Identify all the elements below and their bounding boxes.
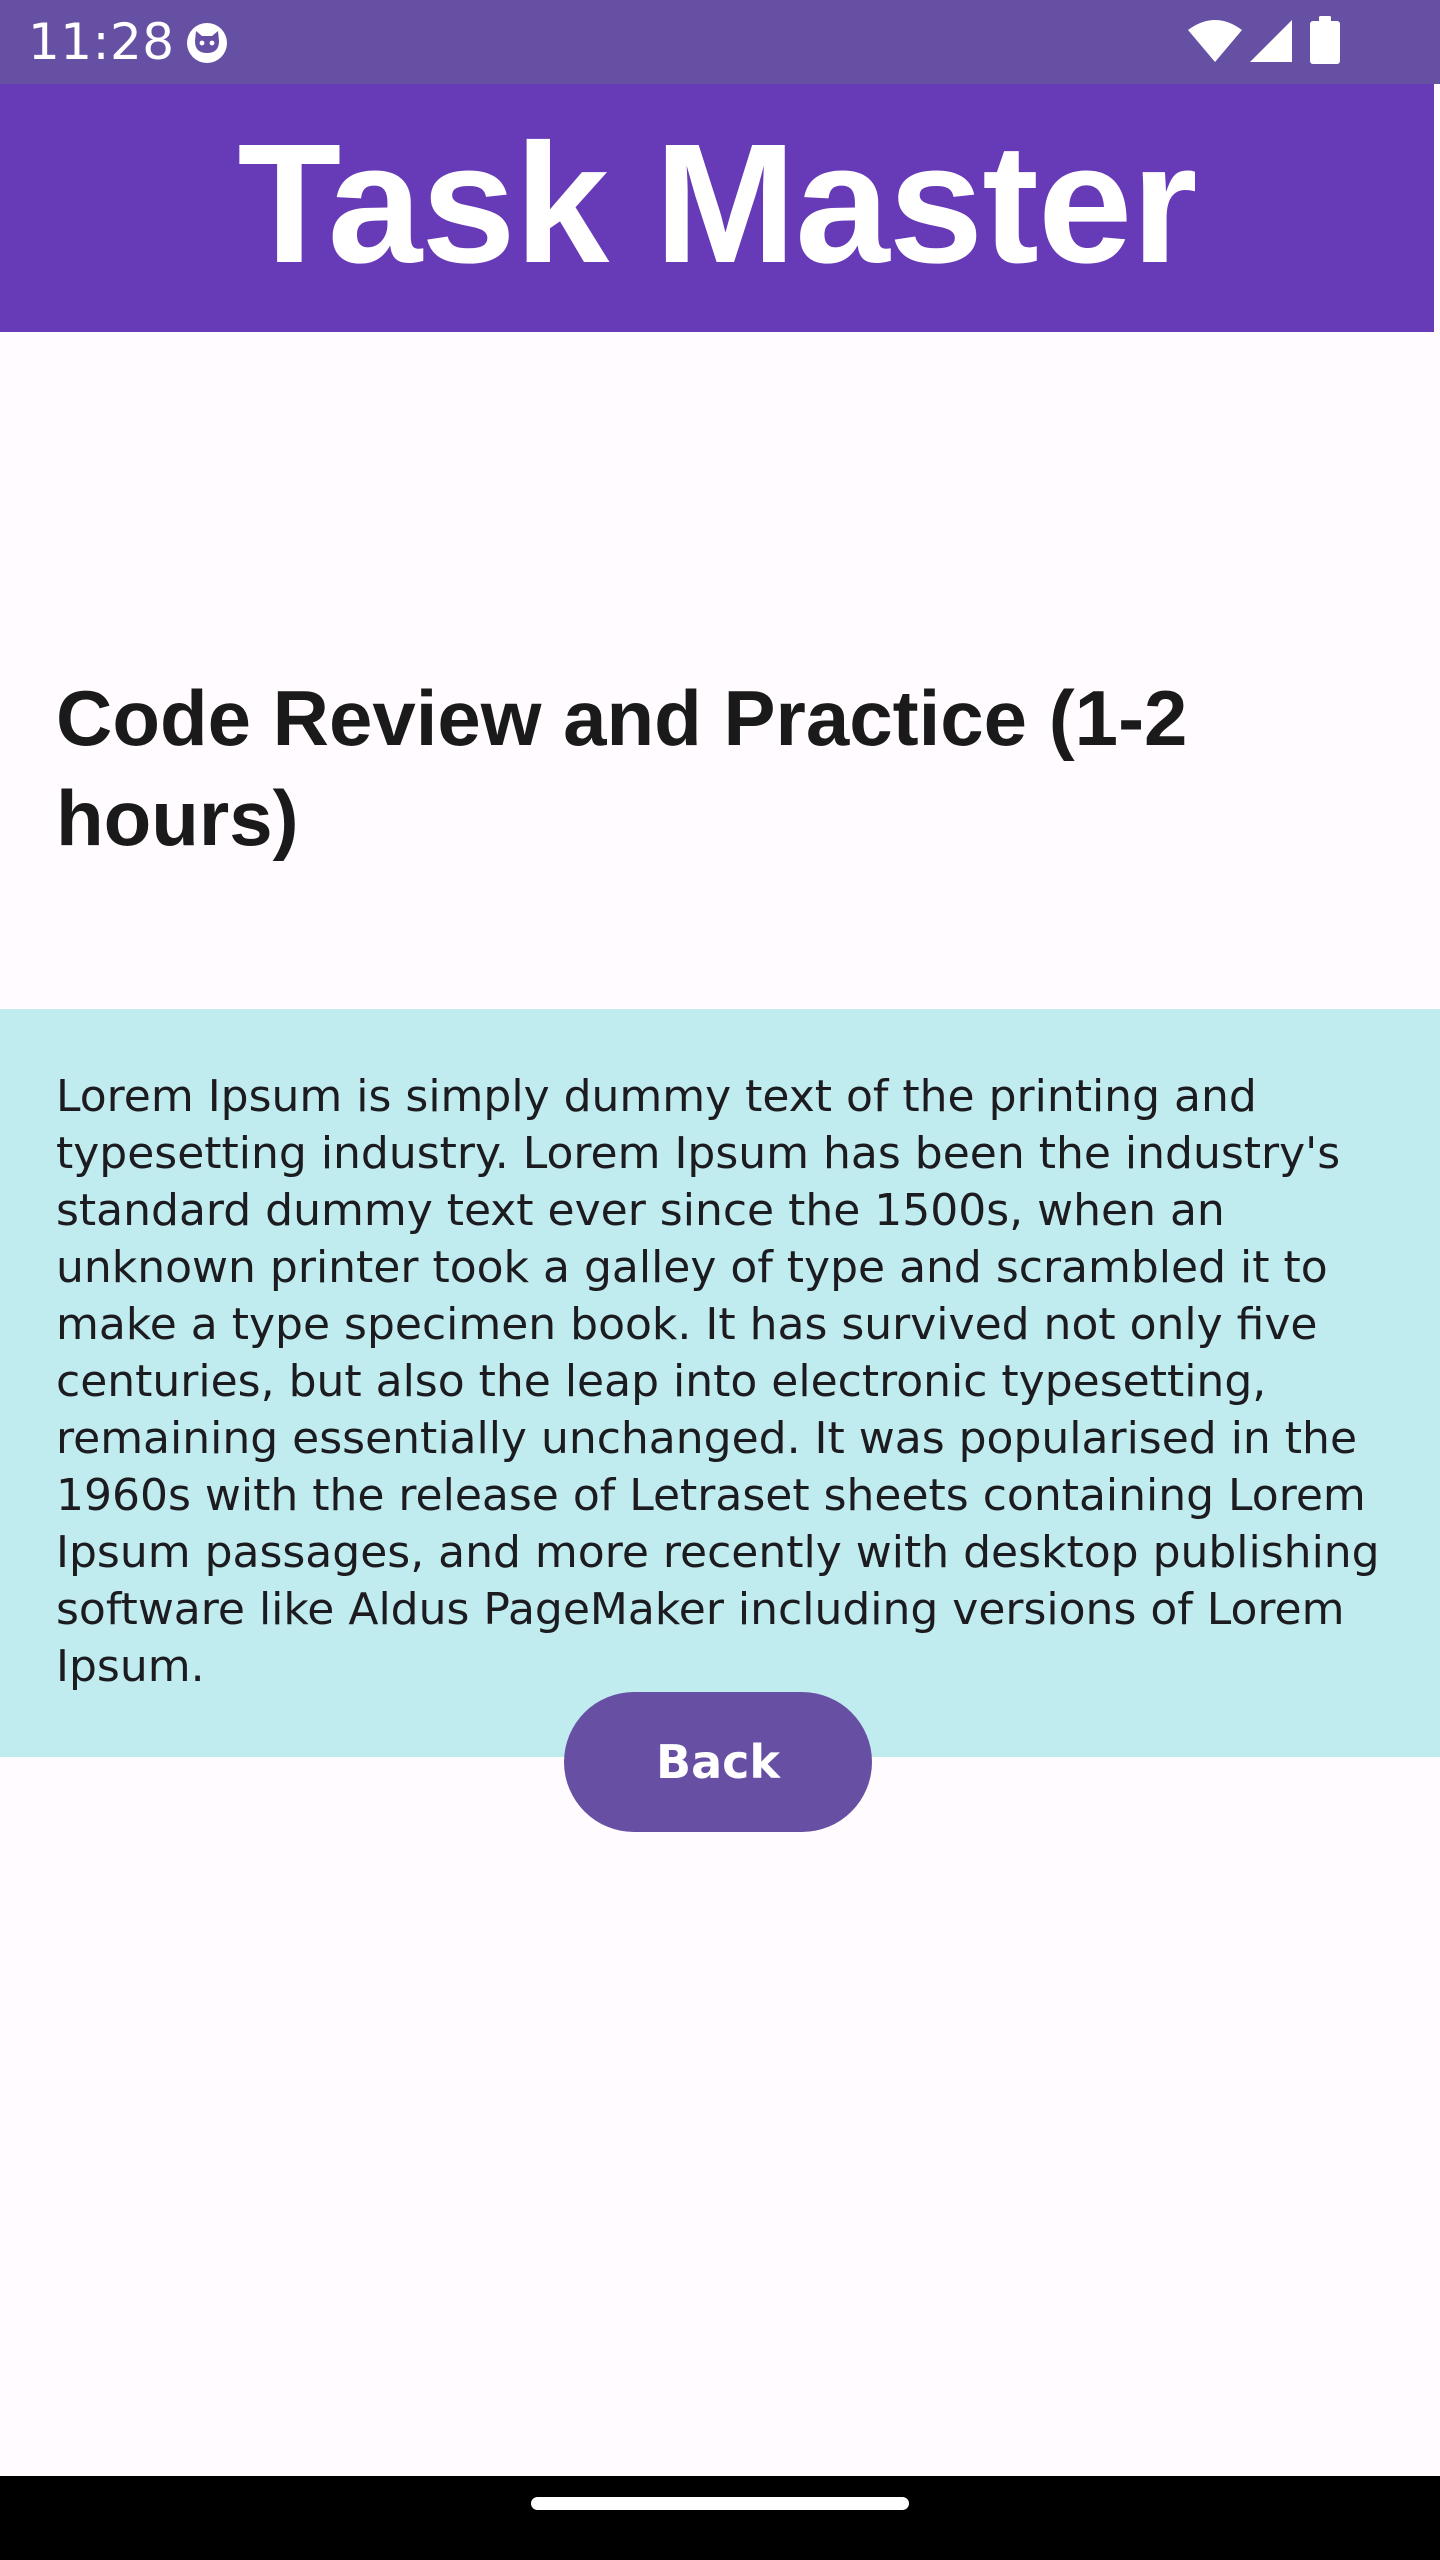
status-time: 11:28 bbox=[28, 13, 175, 71]
wifi-icon bbox=[1188, 20, 1242, 62]
cell-signal-icon bbox=[1250, 20, 1292, 62]
home-gesture-handle[interactable] bbox=[531, 2497, 909, 2510]
navigation-bar bbox=[0, 2476, 1440, 2560]
back-button[interactable]: Back bbox=[564, 1692, 872, 1832]
task-description: Lorem Ipsum is simply dummy text of the … bbox=[56, 1071, 1380, 1692]
task-title: Code Review and Practice (1-2 hours) bbox=[56, 674, 1188, 862]
battery-icon bbox=[1310, 16, 1340, 64]
status-bar: 11:28 bbox=[0, 0, 1440, 84]
app-bar: Task Master bbox=[0, 84, 1434, 332]
cat-face-icon bbox=[187, 23, 227, 63]
app-title: Task Master bbox=[237, 109, 1197, 299]
